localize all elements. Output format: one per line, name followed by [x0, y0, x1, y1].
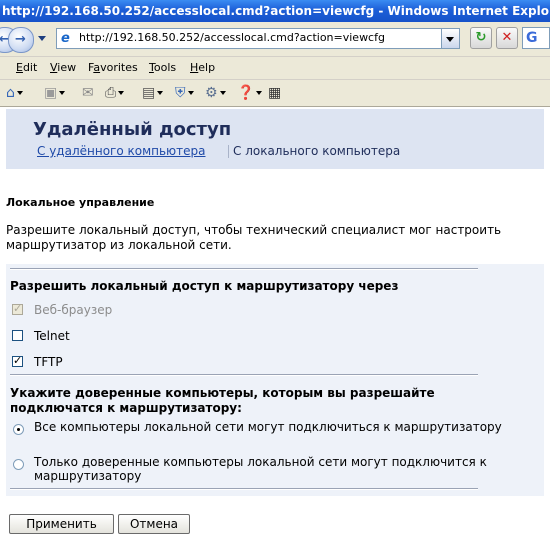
feeds-icon: ▣ — [44, 85, 58, 101]
print-button[interactable]: ⎙ — [105, 84, 125, 102]
trusted-computers-label: Только доверенные компьютеры локальной с… — [34, 455, 487, 483]
radio-dot — [17, 428, 20, 431]
command-bar: ⌂ ▣ ✉ ⎙ ▤ ⛨ ⚙ ❓ ▦ — [0, 80, 550, 107]
divider — [10, 488, 478, 490]
help-icon: ❓ — [237, 85, 255, 101]
web-browser-checkbox[interactable]: ✓ — [12, 302, 23, 315]
ie-page-icon: e — [61, 31, 70, 46]
stop-icon: ✕ — [501, 30, 513, 45]
address-dropdown-button[interactable] — [441, 29, 459, 48]
home-button[interactable]: ⌂ — [6, 84, 23, 102]
telnet-checkbox[interactable] — [12, 330, 23, 341]
feeds-button[interactable]: ▣ — [44, 84, 66, 102]
tab-remote-computer[interactable]: С удалённого компьютера — [37, 144, 206, 158]
menu-favorites[interactable]: Favorites — [88, 61, 138, 74]
address-bar[interactable]: e http://192.168.50.252/accesslocal.cmd?… — [56, 28, 460, 49]
tab-local-computer[interactable]: С локального компьютера — [233, 144, 400, 158]
print-icon: ⎙ — [105, 85, 117, 101]
refresh-button[interactable]: ↻ — [470, 27, 492, 49]
refresh-icon: ↻ — [475, 30, 487, 45]
menu-view[interactable]: View — [50, 61, 76, 74]
divider — [10, 268, 478, 270]
page-button[interactable]: ▤ — [142, 84, 164, 102]
all-computers-label: Все компьютеры локальной сети могут подк… — [34, 420, 502, 434]
address-toolbar: ← → e http://192.168.50.252/accesslocal.… — [0, 22, 550, 57]
section-description: Разрешите локальный доступ, чтобы технич… — [6, 223, 502, 252]
page-header: Удалённый доступ С удалённого компьютера… — [6, 109, 544, 169]
trusted-title: Укажите доверенные компьютеры, которым в… — [10, 386, 435, 415]
apply-button[interactable]: Применить — [9, 514, 114, 534]
checkmark-icon: ✓ — [13, 302, 23, 315]
telnet-label: Telnet — [34, 329, 70, 343]
stop-button[interactable]: ✕ — [496, 27, 518, 49]
page-content: Удалённый доступ С удалённого компьютера… — [0, 107, 550, 541]
all-computers-radio[interactable] — [13, 424, 24, 435]
checkmark-icon: ✓ — [13, 354, 23, 367]
cancel-button[interactable]: Отмена — [118, 514, 190, 534]
tools-button[interactable]: ⚙ — [205, 84, 226, 102]
trusted-computers-radio[interactable] — [13, 459, 24, 470]
search-box[interactable]: G — [522, 27, 550, 49]
safety-icon: ⛨ — [175, 85, 186, 101]
mail-icon: ✉ — [82, 85, 94, 101]
web-browser-label: Веб-браузер — [34, 303, 113, 317]
access-group-title: Разрешить локальный доступ к маршрутизат… — [10, 279, 399, 293]
access-form: Разрешить локальный доступ к маршрутизат… — [6, 264, 544, 496]
menu-help[interactable]: Help — [190, 61, 215, 74]
section-title: Локальное управление — [6, 196, 155, 209]
tftp-checkbox[interactable]: ✓ — [12, 354, 23, 367]
research-icon: ▦ — [268, 85, 282, 101]
menu-edit[interactable]: Edit — [16, 61, 37, 74]
help-button[interactable]: ❓ — [237, 84, 263, 102]
forward-button[interactable]: → — [8, 27, 34, 53]
tab-separator — [228, 145, 229, 158]
history-dropdown-icon[interactable] — [38, 36, 46, 41]
address-url[interactable]: http://192.168.50.252/accesslocal.cmd?ac… — [79, 31, 385, 44]
page-icon: ▤ — [142, 85, 156, 101]
divider — [10, 374, 478, 376]
menu-tools[interactable]: Tools — [149, 61, 176, 74]
research-button[interactable]: ▦ — [268, 84, 281, 102]
forward-arrow-icon: → — [15, 32, 26, 47]
tftp-label: TFTP — [34, 355, 63, 369]
menu-bar: Edit View Favorites Tools Help — [0, 57, 550, 80]
page-title: Удалённый доступ — [33, 119, 232, 140]
window-titlebar: http://192.168.50.252/accesslocal.cmd?ac… — [0, 0, 550, 22]
mail-button[interactable]: ✉ — [82, 84, 94, 102]
safety-button[interactable]: ⛨ — [175, 84, 194, 102]
google-search-icon: G — [526, 30, 538, 46]
home-icon: ⌂ — [6, 85, 15, 101]
tools-icon: ⚙ — [205, 85, 218, 101]
window-title: http://192.168.50.252/accesslocal.cmd?ac… — [2, 4, 550, 18]
